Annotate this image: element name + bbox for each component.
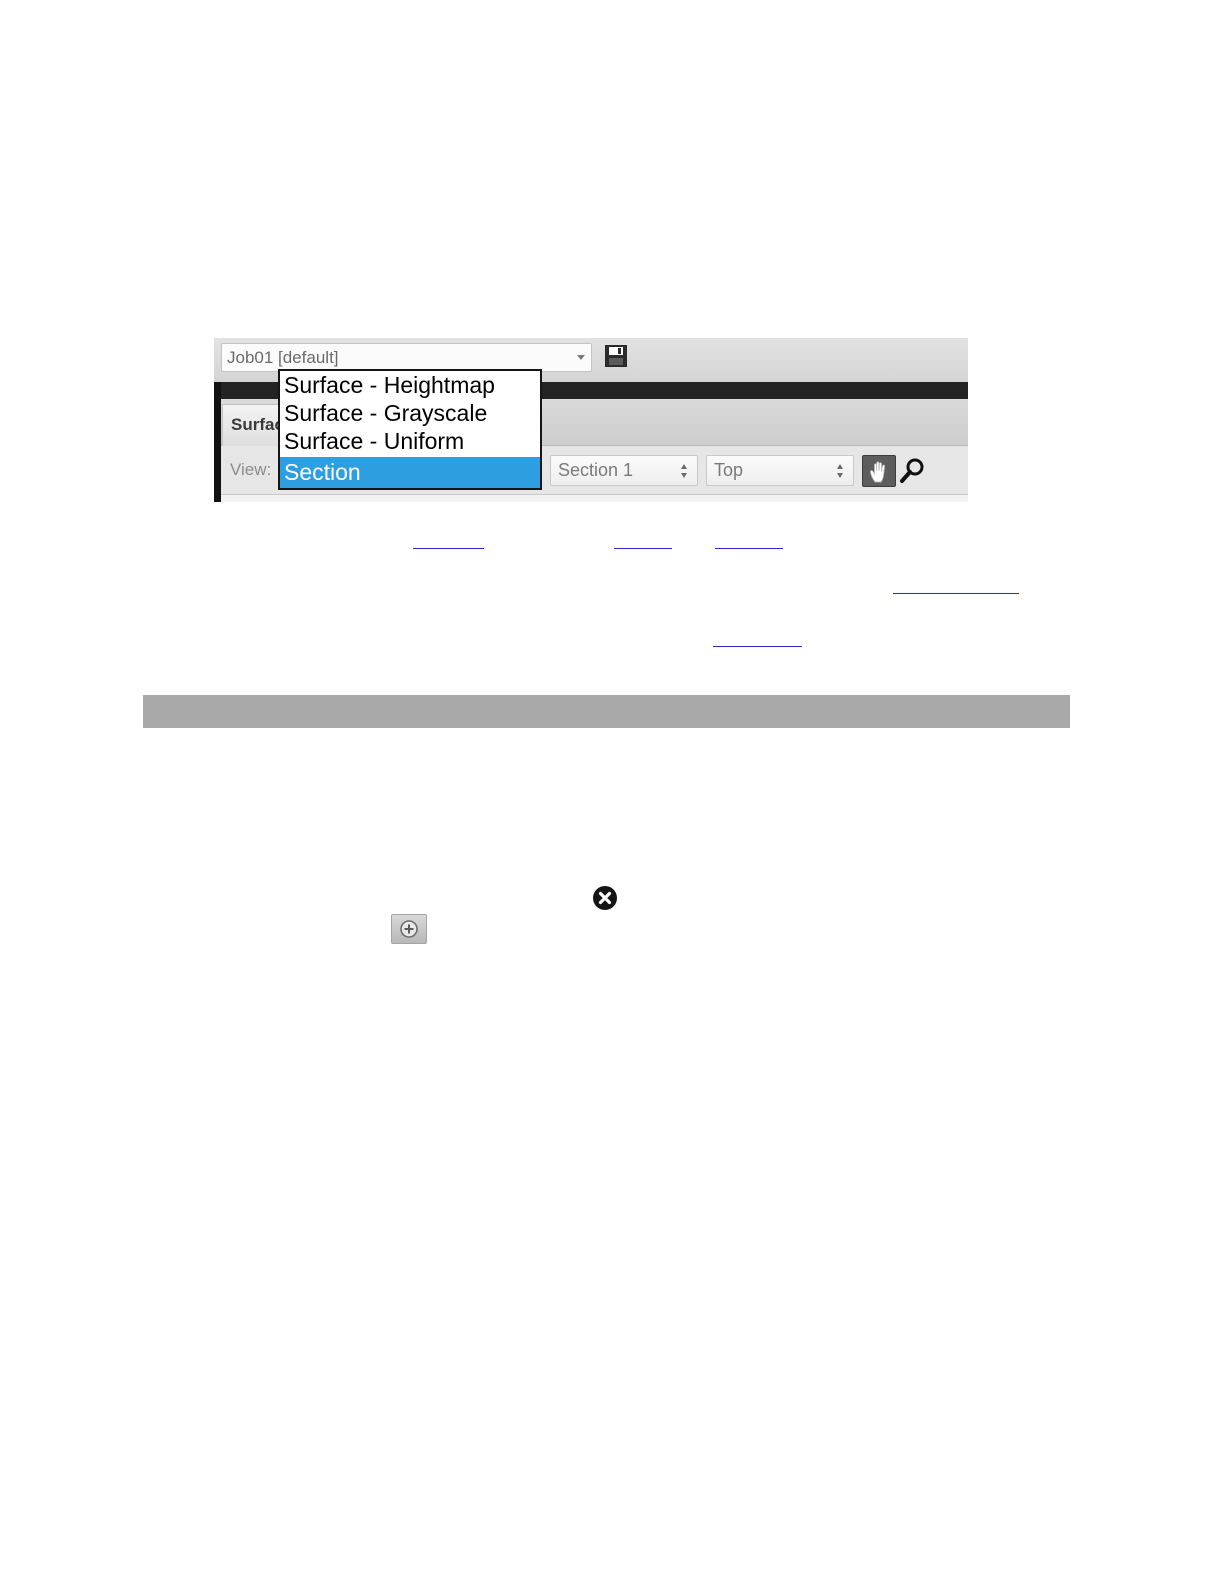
spinner-arrows-icon: [837, 464, 845, 478]
panel-edge: [214, 382, 221, 502]
pan-button[interactable]: [862, 455, 896, 487]
dropdown-item-section[interactable]: Section: [280, 457, 540, 488]
application-screenshot: Job01 [default] Surface View: Section 1 …: [214, 338, 968, 502]
pan-hand-icon: [870, 461, 886, 483]
remove-circle-icon: [593, 886, 617, 910]
section-select[interactable]: Section 1: [550, 455, 698, 486]
chevron-down-icon: [577, 355, 585, 360]
dropdown-item-surface-grayscale[interactable]: Surface - Grayscale: [280, 399, 540, 427]
link-underline[interactable]: [413, 548, 484, 549]
save-icon[interactable]: [604, 344, 628, 368]
orientation-select-value: Top: [714, 460, 744, 480]
add-circle-icon: [400, 920, 418, 938]
view-label: View:: [230, 460, 272, 479]
job-select[interactable]: Job01 [default]: [221, 343, 592, 372]
job-select-value: Job01 [default]: [227, 348, 339, 367]
view-type-dropdown: Surface - Heightmap Surface - Grayscale …: [278, 369, 542, 490]
link-underline[interactable]: [715, 548, 783, 549]
dropdown-item-surface-uniform[interactable]: Surface - Uniform: [280, 427, 540, 455]
viewer-area-edge: [221, 494, 968, 502]
spinner-arrows-icon: [681, 464, 689, 478]
link-underline[interactable]: [893, 593, 1019, 594]
add-button-sample: [391, 914, 427, 944]
section-select-value: Section 1: [558, 460, 634, 480]
link-underline[interactable]: [614, 548, 672, 549]
dropdown-item-surface-heightmap[interactable]: Surface - Heightmap: [280, 371, 540, 399]
link-underline[interactable]: [713, 646, 802, 647]
section-heading-bar: [143, 695, 1070, 728]
zoom-magnifier-icon[interactable]: [898, 455, 928, 487]
orientation-select[interactable]: Top: [706, 455, 854, 486]
